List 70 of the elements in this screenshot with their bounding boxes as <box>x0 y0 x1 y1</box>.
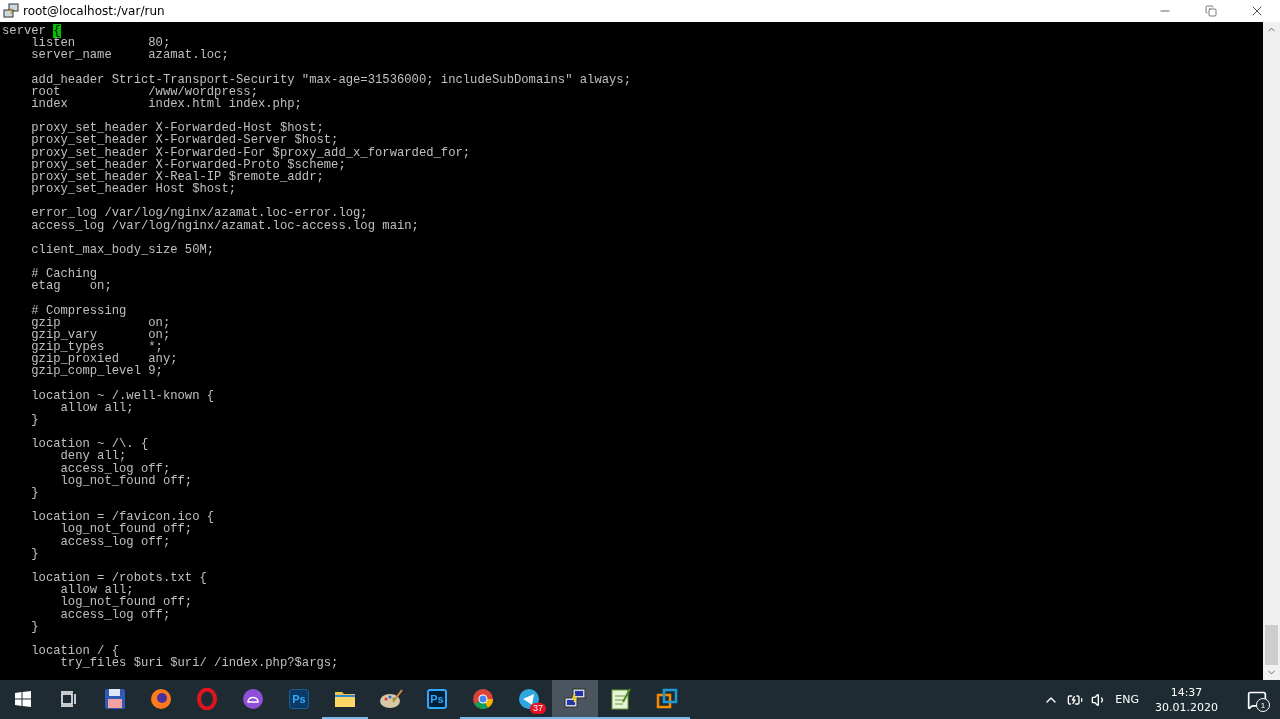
code-line: proxy_set_header X-Forwarded-Host $host; <box>30 122 324 135</box>
fox-globe-icon <box>150 687 172 710</box>
code-line: } <box>30 547 40 560</box>
code-line: } <box>30 414 40 427</box>
code-line: gzip_proxied any; <box>30 353 179 366</box>
code-line: error_log /var/log/nginx/azamat.loc-error.log; <box>30 207 368 220</box>
clock-date: 30.01.2020 <box>1155 699 1218 715</box>
code-line: proxy_set_header X-Forwarded-For $proxy_add_x_forwarded_for; <box>30 146 472 159</box>
scrollbar-thumb[interactable] <box>1265 625 1278 665</box>
code-line: deny all; <box>59 450 127 463</box>
code-line: location ~ /.well-known { <box>30 389 216 402</box>
code-line: proxy_set_header X-Real-IP $remote_addr; <box>30 170 324 184</box>
palette-icon <box>379 687 403 710</box>
code-line: log_not_found off; <box>59 523 194 536</box>
code-line: listen 80; <box>30 37 171 50</box>
notification-count: 1 <box>1256 698 1270 712</box>
restore-icon <box>1205 5 1217 17</box>
code-line: gzip on; <box>30 316 172 329</box>
notifications-button[interactable]: 1 <box>1234 680 1280 719</box>
code-line: root /www/wordpress; <box>30 85 258 98</box>
ring-icon <box>196 687 218 710</box>
taskbar-button[interactable]: Ps <box>276 680 322 719</box>
photo-editor-icon: Ps <box>289 688 309 709</box>
overlapping-squares-icon <box>656 687 678 710</box>
code-line: server { <box>2 25 61 38</box>
clock-time: 14:37 <box>1170 684 1203 700</box>
code-line: access_log /var/log/nginx/azamat.loc-access.log main; <box>30 219 420 232</box>
count-badge: 37 <box>530 703 546 714</box>
code-line: try_files $uri $uri/ /index.php?$args; <box>59 657 340 670</box>
code-line: # Compressing <box>30 304 128 317</box>
code-line: gzip_types *; <box>30 341 163 354</box>
code-line: } <box>30 486 40 500</box>
code-line: proxy_set_header Host $host; <box>30 183 237 196</box>
code-line: access_log off; <box>59 462 171 475</box>
language-indicator[interactable]: ENG <box>1115 693 1139 706</box>
code-line: # Caching <box>30 268 99 281</box>
windows-logo-icon <box>15 690 31 707</box>
code-line: access_log off; <box>59 535 171 548</box>
code-line: gzip_vary on; <box>30 328 172 342</box>
folder-icon <box>334 689 356 708</box>
code-line: add_header Strict-Transport-Security "max-age=31536000; includeSubDomains" always; <box>30 73 632 86</box>
code-line: server_name azamat.loc; <box>30 49 230 62</box>
code-line: gzip_comp_level 9; <box>30 365 163 378</box>
window-title: root@localhost:/var/run <box>23 4 166 18</box>
computers-icon <box>3 3 19 19</box>
code-line: etag on; <box>30 280 113 293</box>
code-line: location ~ /\. { <box>30 438 150 451</box>
photo-editor-icon: Ps <box>427 688 447 709</box>
computers-icon <box>563 687 587 710</box>
scrollbar[interactable] <box>1263 22 1280 680</box>
code-line: proxy_set_header X-Forwarded-Proto $scheme; <box>30 158 347 171</box>
notepad-icon <box>611 687 631 710</box>
code-line: proxy_set_header X-Forwarded-Server $host; <box>30 134 339 147</box>
code-line: location = /favicon.ico { <box>30 511 216 524</box>
code-line: } <box>30 620 40 633</box>
code-line: location / { <box>30 644 120 658</box>
code-line: client_max_body_size 50M; <box>30 243 216 256</box>
code-line: allow all; <box>59 401 135 414</box>
code-line: log_not_found off; <box>59 474 194 487</box>
code-line: access_log off; <box>59 608 171 621</box>
code-line: log_not_found off; <box>59 596 194 609</box>
taskbar-button[interactable] <box>552 680 598 719</box>
task-view-icon <box>60 690 78 707</box>
chat-bubble-icon <box>242 687 264 710</box>
circle-logo-icon <box>472 687 494 710</box>
code-line: location = /robots.txt { <box>30 572 208 585</box>
speech-bubble-icon <box>1247 689 1267 710</box>
taskbar-button[interactable]: Ps <box>414 680 460 719</box>
code-line: allow all; <box>59 584 134 597</box>
code-line: index index.html index.php; <box>30 97 303 111</box>
